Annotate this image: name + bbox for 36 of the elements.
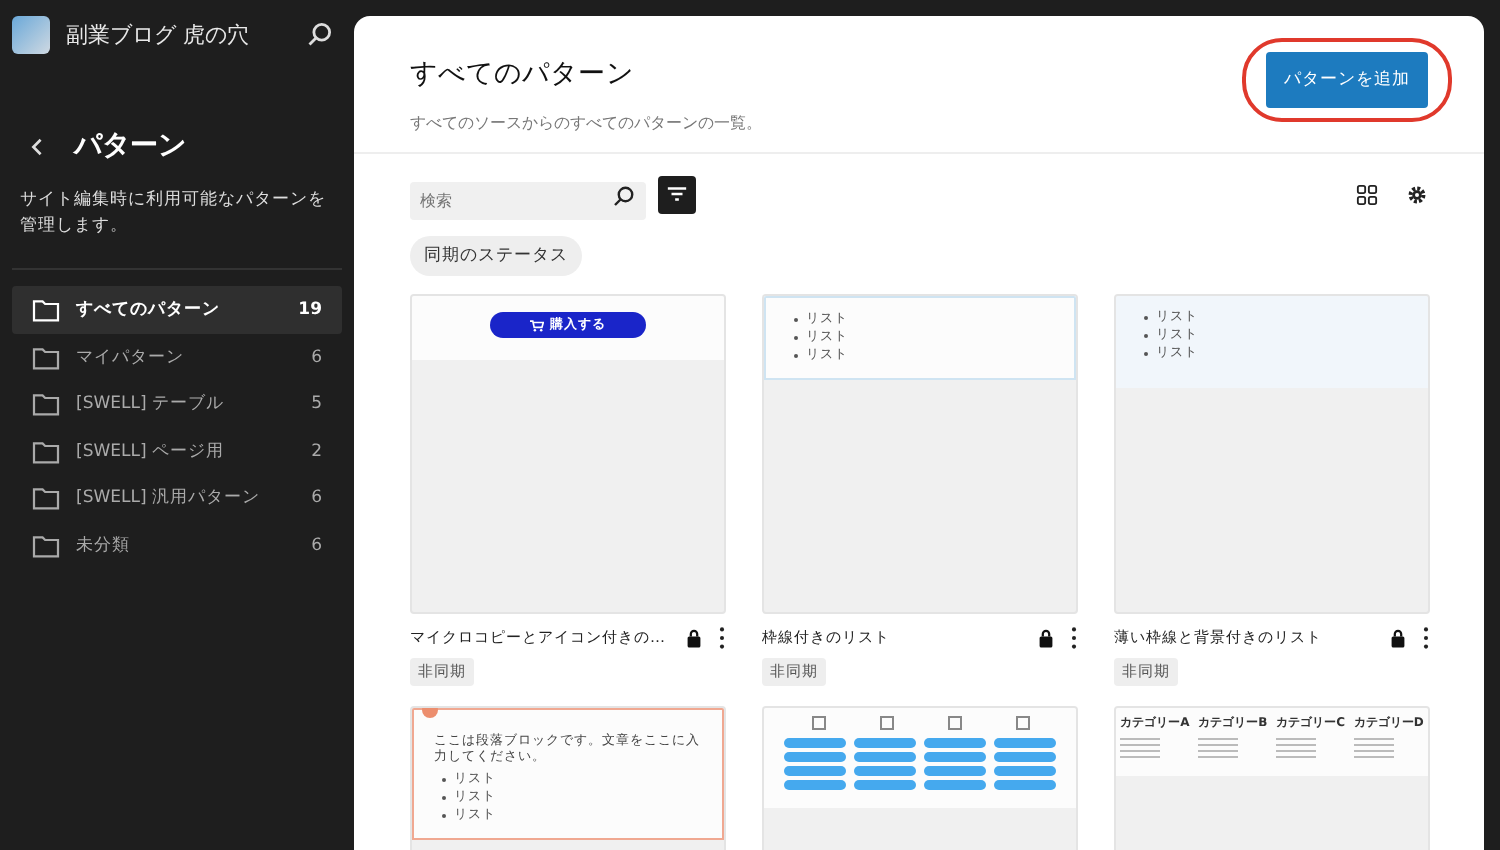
settings-icon[interactable] [1406,183,1428,205]
sidebar-item[interactable]: [SWELL] テーブル 5 [12,380,342,428]
back-chevron-icon[interactable] [28,137,46,155]
site-logo-icon[interactable] [12,15,50,53]
folder-icon [32,439,60,464]
page-subtitle: すべてのソースからのすべてのパターンの一覧。 [410,112,762,134]
filter-button[interactable] [658,175,696,213]
search-field[interactable]: 検索 [410,181,646,219]
add-pattern-button[interactable]: パターンを追加 [1266,52,1428,108]
folder-icon [32,345,60,370]
preview-link-lines-drawing [1276,738,1317,760]
more-options-icon[interactable] [1070,626,1078,650]
sidebar-item[interactable]: マイパターン 6 [12,333,342,381]
folder-icon [32,392,60,417]
grid-view-icon[interactable] [1356,183,1378,205]
sidebar-item[interactable]: [SWELL] 汎用パターン 6 [12,474,342,522]
more-options-icon[interactable] [1422,626,1430,650]
sidebar-heading: パターン [74,128,186,164]
folder-icon [32,298,60,323]
folder-icon [32,486,60,511]
sidebar-description: サイト編集時に利用可能なパターンを管理します。 [20,188,328,241]
search-icon[interactable] [612,183,636,207]
sidebar-item[interactable]: [SWELL] ページ用 2 [12,427,342,475]
preview-link-lines-drawing [1120,738,1161,760]
filter-icon [666,184,688,204]
preview-link-lines-drawing [1353,738,1394,760]
sidebar-item[interactable]: すべてのパターン 19 [12,286,342,334]
cart-icon [530,319,544,331]
site-title[interactable]: 副業ブログ 虎の穴 [66,19,290,49]
search-icon[interactable] [306,20,334,48]
page-title: すべてのパターン [410,56,636,92]
filter-chip[interactable]: 同期のステータス [410,236,582,276]
preview-link-lines-drawing [1198,738,1239,760]
folder-icon [32,533,60,558]
more-options-icon[interactable] [718,626,726,650]
sidebar-item[interactable]: 未分類 6 [12,521,342,569]
